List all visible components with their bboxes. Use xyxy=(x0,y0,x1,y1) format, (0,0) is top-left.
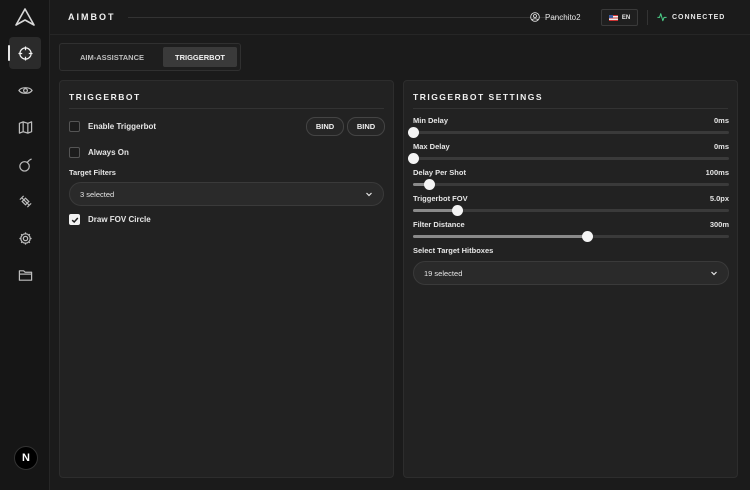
filter-distance-slider[interactable]: Filter Distance 300m xyxy=(413,220,729,244)
slider-label: Max Delay xyxy=(413,142,450,151)
logo-icon xyxy=(15,8,35,26)
draw-fov-checkbox[interactable] xyxy=(69,214,80,225)
checkmark-icon xyxy=(71,216,78,223)
always-on-label: Always On xyxy=(88,148,129,157)
sidebar-item-map[interactable] xyxy=(9,111,41,143)
slider-value: 300m xyxy=(709,220,729,229)
slider-track[interactable] xyxy=(408,127,729,138)
slider-thumb[interactable] xyxy=(423,179,435,190)
sidebar-item-grenades[interactable] xyxy=(9,148,41,180)
max-delay-slider[interactable]: Max Delay 0ms xyxy=(408,142,729,166)
slider-label: Triggerbot FOV xyxy=(413,194,468,203)
activity-icon xyxy=(657,13,667,22)
sidebar-item-settings[interactable] xyxy=(9,222,41,254)
app-window: N AIMBOT Panchito2 EN CONNECTED AIM-ASSI… xyxy=(0,0,750,490)
enable-triggerbot-row[interactable]: Enable Triggerbot xyxy=(69,121,156,132)
hitboxes-label: Select Target Hitboxes xyxy=(413,246,494,255)
bind-button-2[interactable]: BIND xyxy=(347,117,385,136)
avatar[interactable]: N xyxy=(14,446,38,470)
grenade-icon xyxy=(18,157,32,172)
crosshair-icon xyxy=(17,45,33,61)
tab-aim-assistance[interactable]: AIM-ASSISTANCE xyxy=(66,47,158,67)
slider-track[interactable] xyxy=(413,205,729,216)
enable-triggerbot-checkbox[interactable] xyxy=(69,121,80,132)
slider-value: 100ms xyxy=(705,168,729,177)
language-label: EN xyxy=(621,14,631,21)
slider-fill xyxy=(413,209,458,212)
triggerbot-panel: TRIGGERBOT Enable Triggerbot BIND BIND A… xyxy=(59,80,394,478)
tab-triggerbot[interactable]: TRIGGERBOT xyxy=(163,47,237,67)
triggerbot-fov-slider[interactable]: Triggerbot FOV 5.0px xyxy=(413,194,729,218)
slider-label: Min Delay xyxy=(413,116,449,125)
eye-icon xyxy=(17,86,33,94)
connection-label: CONNECTED xyxy=(672,13,726,21)
delay-per-shot-slider[interactable]: Delay Per Shot 100ms xyxy=(413,168,729,192)
slider-thumb[interactable] xyxy=(408,153,419,164)
satellite-icon xyxy=(18,194,32,208)
settings-panel-title: TRIGGERBOT SETTINGS xyxy=(413,92,544,102)
map-icon xyxy=(18,120,32,134)
sidebar-item-aimbot[interactable] xyxy=(8,37,41,69)
tab-bar: AIM-ASSISTANCE TRIGGERBOT xyxy=(59,43,241,71)
slider-value: 5.0px xyxy=(709,194,729,203)
header-divider xyxy=(128,17,568,18)
connection-status: CONNECTED xyxy=(657,12,725,22)
slider-thumb[interactable] xyxy=(452,205,464,216)
sidebar-item-configs[interactable] xyxy=(9,259,41,291)
target-filters-value: 3 selected xyxy=(80,189,115,199)
sidebar-item-misc[interactable] xyxy=(9,185,41,217)
slider-track[interactable] xyxy=(413,231,729,242)
panel-divider xyxy=(69,108,384,109)
sidebar-item-visuals[interactable] xyxy=(9,74,41,106)
username: Panchito2 xyxy=(545,12,581,22)
always-on-row[interactable]: Always On xyxy=(69,147,129,158)
hitboxes-select[interactable]: 19 selected xyxy=(413,261,729,285)
hitboxes-value: 19 selected xyxy=(424,268,463,278)
slider-label: Delay Per Shot xyxy=(413,168,466,177)
chevron-down-icon xyxy=(711,271,717,276)
slider-thumb[interactable] xyxy=(581,231,593,242)
us-flag-icon xyxy=(608,14,618,21)
triggerbot-panel-title: TRIGGERBOT xyxy=(69,92,141,102)
user-icon xyxy=(530,12,540,22)
user-profile[interactable]: Panchito2 xyxy=(530,12,581,22)
folder-icon xyxy=(18,269,32,281)
draw-fov-label: Draw FOV Circle xyxy=(88,215,151,224)
header: AIMBOT Panchito2 EN CONNECTED xyxy=(50,0,750,35)
gear-icon xyxy=(18,231,32,245)
draw-fov-row[interactable]: Draw FOV Circle xyxy=(69,214,151,225)
slider-fill xyxy=(413,235,587,238)
language-selector[interactable]: EN xyxy=(601,9,638,26)
slider-thumb[interactable] xyxy=(408,127,419,138)
chevron-down-icon xyxy=(366,192,372,197)
slider-value: 0ms xyxy=(713,142,729,151)
slider-label: Filter Distance xyxy=(413,220,465,229)
page-title: AIMBOT xyxy=(68,12,116,22)
enable-triggerbot-label: Enable Triggerbot xyxy=(88,122,157,131)
always-on-checkbox[interactable] xyxy=(69,147,80,158)
panel-divider xyxy=(413,108,728,109)
header-separator xyxy=(647,10,648,25)
target-filters-label: Target Filters xyxy=(69,168,116,177)
slider-track[interactable] xyxy=(408,153,729,164)
slider-track[interactable] xyxy=(413,179,729,190)
target-filters-select[interactable]: 3 selected xyxy=(69,182,384,206)
min-delay-slider[interactable]: Min Delay 0ms xyxy=(408,116,729,140)
slider-value: 0ms xyxy=(713,116,729,125)
sidebar: N xyxy=(0,0,50,490)
triggerbot-settings-panel: TRIGGERBOT SETTINGS Min Delay 0ms Max De… xyxy=(403,80,738,478)
bind-button-1[interactable]: BIND xyxy=(306,117,344,136)
